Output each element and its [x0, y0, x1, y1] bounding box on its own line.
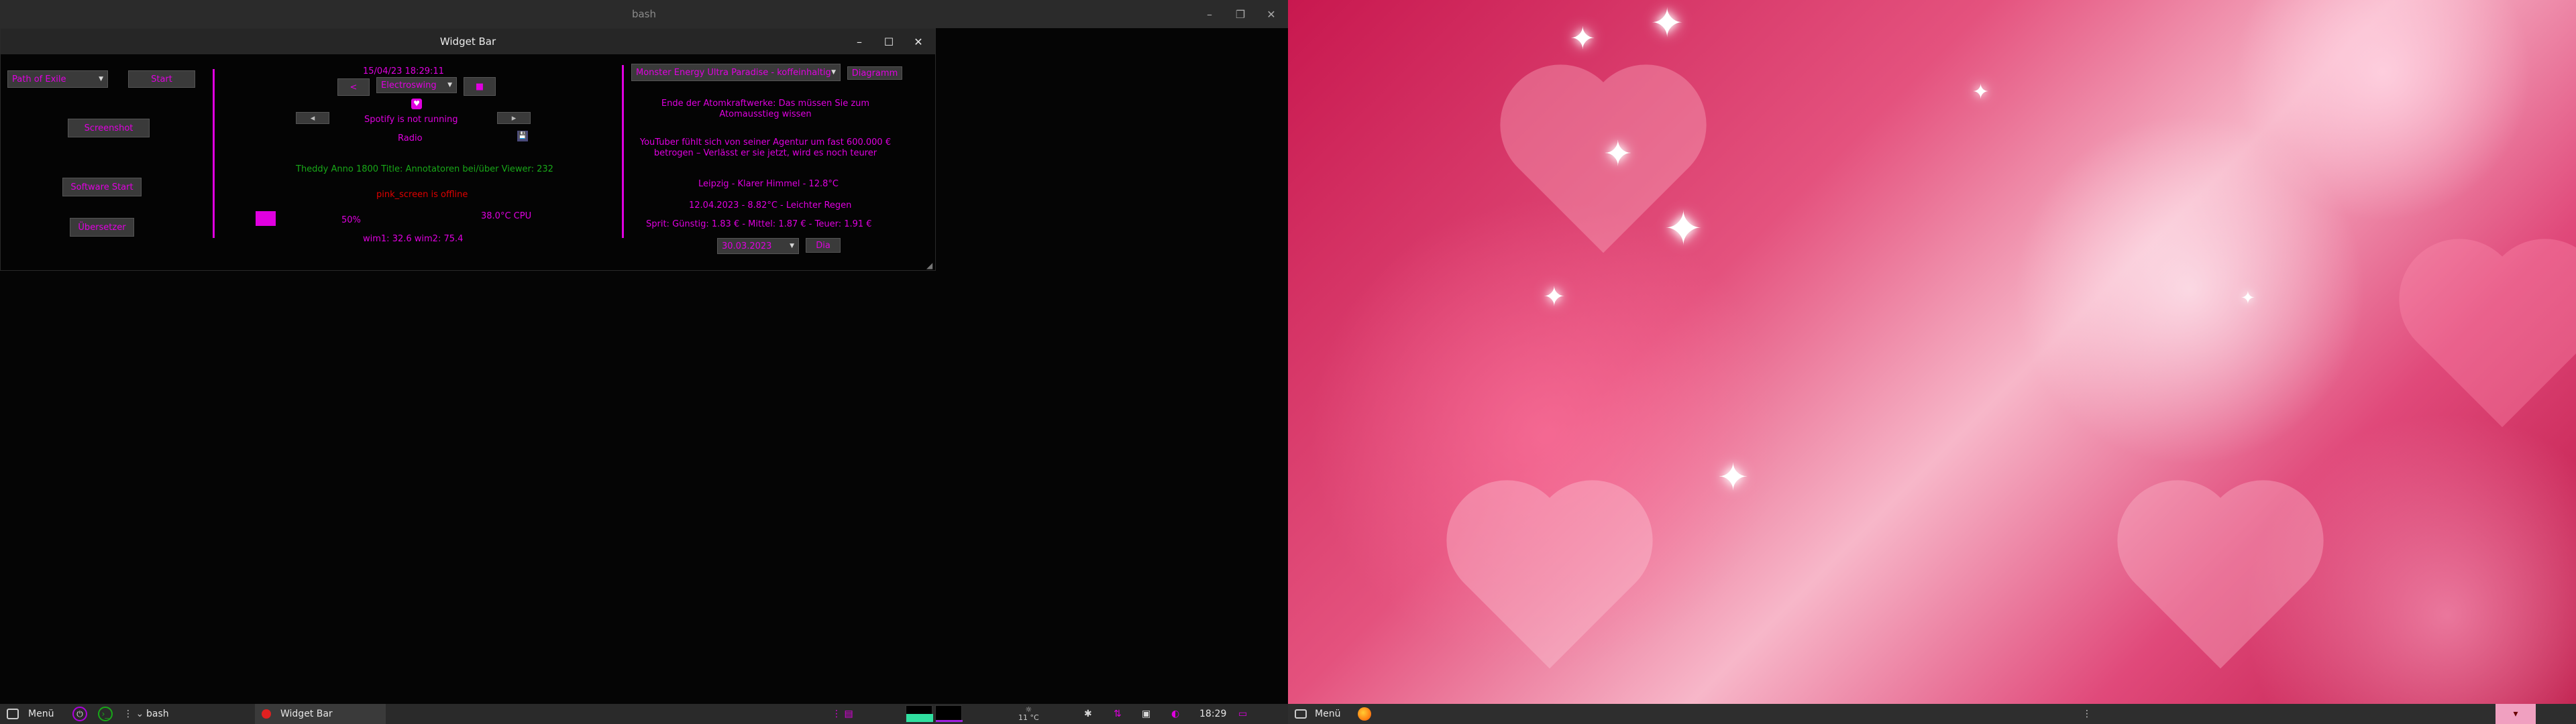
- minimize-icon[interactable]: –: [1201, 5, 1218, 23]
- menu-label: Menü: [28, 709, 54, 719]
- news-item-2[interactable]: YouTuber fühlt sich von seiner Agentur u…: [631, 137, 900, 159]
- bash-window-titlebar[interactable]: bash – ❐ ✕: [0, 0, 1288, 28]
- weather-forecast: 12.04.2023 - 8.82°C - Leichter Regen: [689, 200, 852, 210]
- taskbar-right: Menü ⋮ ▾: [1288, 704, 2576, 724]
- game-select[interactable]: Path of Exile ▼: [7, 70, 108, 88]
- wallpaper-sparkle: ✦: [1603, 134, 1633, 174]
- wallpaper-sparkle: ✦: [1717, 456, 1749, 499]
- heart-icon[interactable]: ♥: [411, 99, 422, 109]
- chevron-down-icon: ▼: [99, 76, 103, 82]
- screenshot-button[interactable]: Screenshot: [68, 119, 150, 137]
- taskbar-widget-label: Widget Bar: [280, 709, 333, 719]
- resize-grip-icon[interactable]: ◢: [926, 261, 932, 270]
- fuel-prices: Sprit: Günstig: 1.83 € - Mittel: 1.87 € …: [646, 219, 872, 229]
- more-icon[interactable]: ⋮ ⌄: [123, 704, 144, 724]
- save-icon[interactable]: 💾: [517, 131, 528, 141]
- weather-current: Leipzig - Klarer Himmel - 12.8°C: [698, 179, 839, 189]
- wallpaper-sparkle: ✦: [1664, 201, 1703, 256]
- taskbar-bash[interactable]: bash: [146, 704, 169, 724]
- workspace-switcher[interactable]: ▾: [2496, 704, 2536, 724]
- volume-percent: 50%: [341, 215, 361, 225]
- menu-button[interactable]: Menü: [7, 704, 54, 724]
- divider-right: [622, 65, 624, 238]
- wallpaper-sparkle: ✦: [1650, 0, 1684, 47]
- product-select[interactable]: Monster Energy Ultra Paradise - koffeinh…: [631, 64, 841, 81]
- menu-button-right[interactable]: Menü: [1295, 704, 1340, 724]
- night-light-icon[interactable]: ◐: [1171, 704, 1179, 724]
- uebersetzer-button[interactable]: Übersetzer: [70, 218, 134, 237]
- wallpaper-sparkle: ✦: [1543, 282, 1566, 312]
- playlist-select[interactable]: Electroswing ▼: [376, 77, 457, 93]
- wallpaper-sparkle: ✦: [1570, 20, 1596, 56]
- playlist-select-value: Electroswing: [381, 80, 437, 90]
- wallpaper-heart: [1464, 497, 1635, 669]
- firefox-icon[interactable]: [1358, 704, 1371, 724]
- start-button[interactable]: Start: [128, 70, 195, 88]
- taskbar-widget-bar[interactable]: Widget Bar: [255, 704, 386, 724]
- color-swatch[interactable]: [256, 211, 276, 226]
- power-icon[interactable]: ⏻: [72, 704, 87, 724]
- taskbar-left: Menü ⏻ ›_ ⋮ ⌄ bash Widget Bar ⋮ ▤ ☼ 11 °…: [0, 704, 1288, 724]
- right-monitor-wallpaper: ✦ ✦ ✦ ✦ ✦ ✦ ✦ ✦ Menü ⋮ ▾: [1288, 0, 2576, 724]
- stream-status: pink_screen is offline: [376, 190, 468, 200]
- bluetooth-icon[interactable]: ✱: [1084, 704, 1092, 724]
- taskbar-bash-label: bash: [146, 709, 169, 719]
- restore-icon[interactable]: ❐: [1232, 5, 1249, 23]
- bash-window-title: bash: [631, 8, 657, 20]
- wind-status: wim1: 32.6 wim2: 75.4: [363, 234, 464, 244]
- system-monitor-graph[interactable]: [906, 704, 979, 724]
- display-icon[interactable]: ▣: [1142, 704, 1150, 724]
- chevron-down-icon: ▼: [790, 243, 794, 249]
- widget-app-icon: [262, 709, 271, 719]
- divider-left: [213, 69, 215, 238]
- terminal-icon[interactable]: ›_: [98, 704, 113, 724]
- chevron-down-icon: ▼: [447, 82, 452, 88]
- menu-icon: [1295, 709, 1307, 719]
- temperature: 11 °C: [1018, 713, 1039, 722]
- maximize-icon[interactable]: ☐: [880, 33, 898, 50]
- product-select-value: Monster Energy Ultra Paradise - koffeinh…: [636, 67, 831, 78]
- menu-label: Menü: [1315, 709, 1341, 719]
- widget-bar-window: Widget Bar – ☐ ✕ Path of Exile ▼ Start S…: [0, 28, 936, 271]
- software-start-button[interactable]: Software Start: [62, 178, 142, 196]
- wallpaper-heart: [2416, 256, 2576, 428]
- volume-up-icon[interactable]: ▸: [497, 112, 531, 124]
- stop-button[interactable]: ■: [464, 77, 496, 96]
- date-select-value: 30.03.2023: [722, 241, 772, 251]
- weather-icon: ☼: [1025, 705, 1032, 714]
- wallpaper-sparkle: ✦: [2241, 288, 2255, 308]
- cpu-temperature: 38.0°C CPU: [481, 211, 532, 221]
- news-item-1[interactable]: Ende der Atomkraftwerke: Das müssen Sie …: [631, 99, 900, 120]
- keyboard-icon[interactable]: ⋮ ▤: [832, 704, 853, 724]
- close-icon[interactable]: ✕: [1263, 5, 1280, 23]
- radio-label[interactable]: Radio: [398, 133, 423, 143]
- show-desktop-icon[interactable]: ▭: [1238, 704, 1247, 724]
- date-select[interactable]: 30.03.2023 ▼: [717, 238, 799, 254]
- spotify-status: Spotify is not running: [364, 115, 458, 125]
- game-select-value: Path of Exile: [12, 74, 66, 84]
- volume-down-icon[interactable]: ◂: [296, 112, 329, 124]
- diagramm-button[interactable]: Diagramm: [847, 66, 902, 80]
- left-monitor: bash – ❐ ✕ Widget Bar – ☐ ✕ Path of Exil…: [0, 0, 1288, 724]
- dia-button[interactable]: Dia: [806, 238, 841, 253]
- weather-applet[interactable]: ☼ 11 °C: [1018, 704, 1039, 724]
- wallpaper-heart: [2135, 497, 2306, 669]
- twitch-info: Theddy Anno 1800 Title: Annotatoren bei/…: [296, 164, 553, 174]
- minimize-icon[interactable]: –: [851, 33, 868, 50]
- wallpaper-sparkle: ✦: [1972, 80, 1990, 104]
- widget-window-titlebar[interactable]: Widget Bar – ☐ ✕: [1, 29, 935, 54]
- widget-window-title: Widget Bar: [439, 36, 496, 48]
- more-icon[interactable]: ⋮: [2082, 704, 2092, 724]
- close-icon[interactable]: ✕: [910, 33, 927, 50]
- network-icon[interactable]: ⇅: [1114, 704, 1122, 724]
- datetime: 15/04/23 18:29:11: [363, 66, 444, 76]
- clock[interactable]: 18:29: [1199, 704, 1226, 724]
- chevron-down-icon: ▼: [831, 69, 836, 76]
- menu-icon: [7, 709, 19, 719]
- previous-button[interactable]: <: [337, 78, 370, 96]
